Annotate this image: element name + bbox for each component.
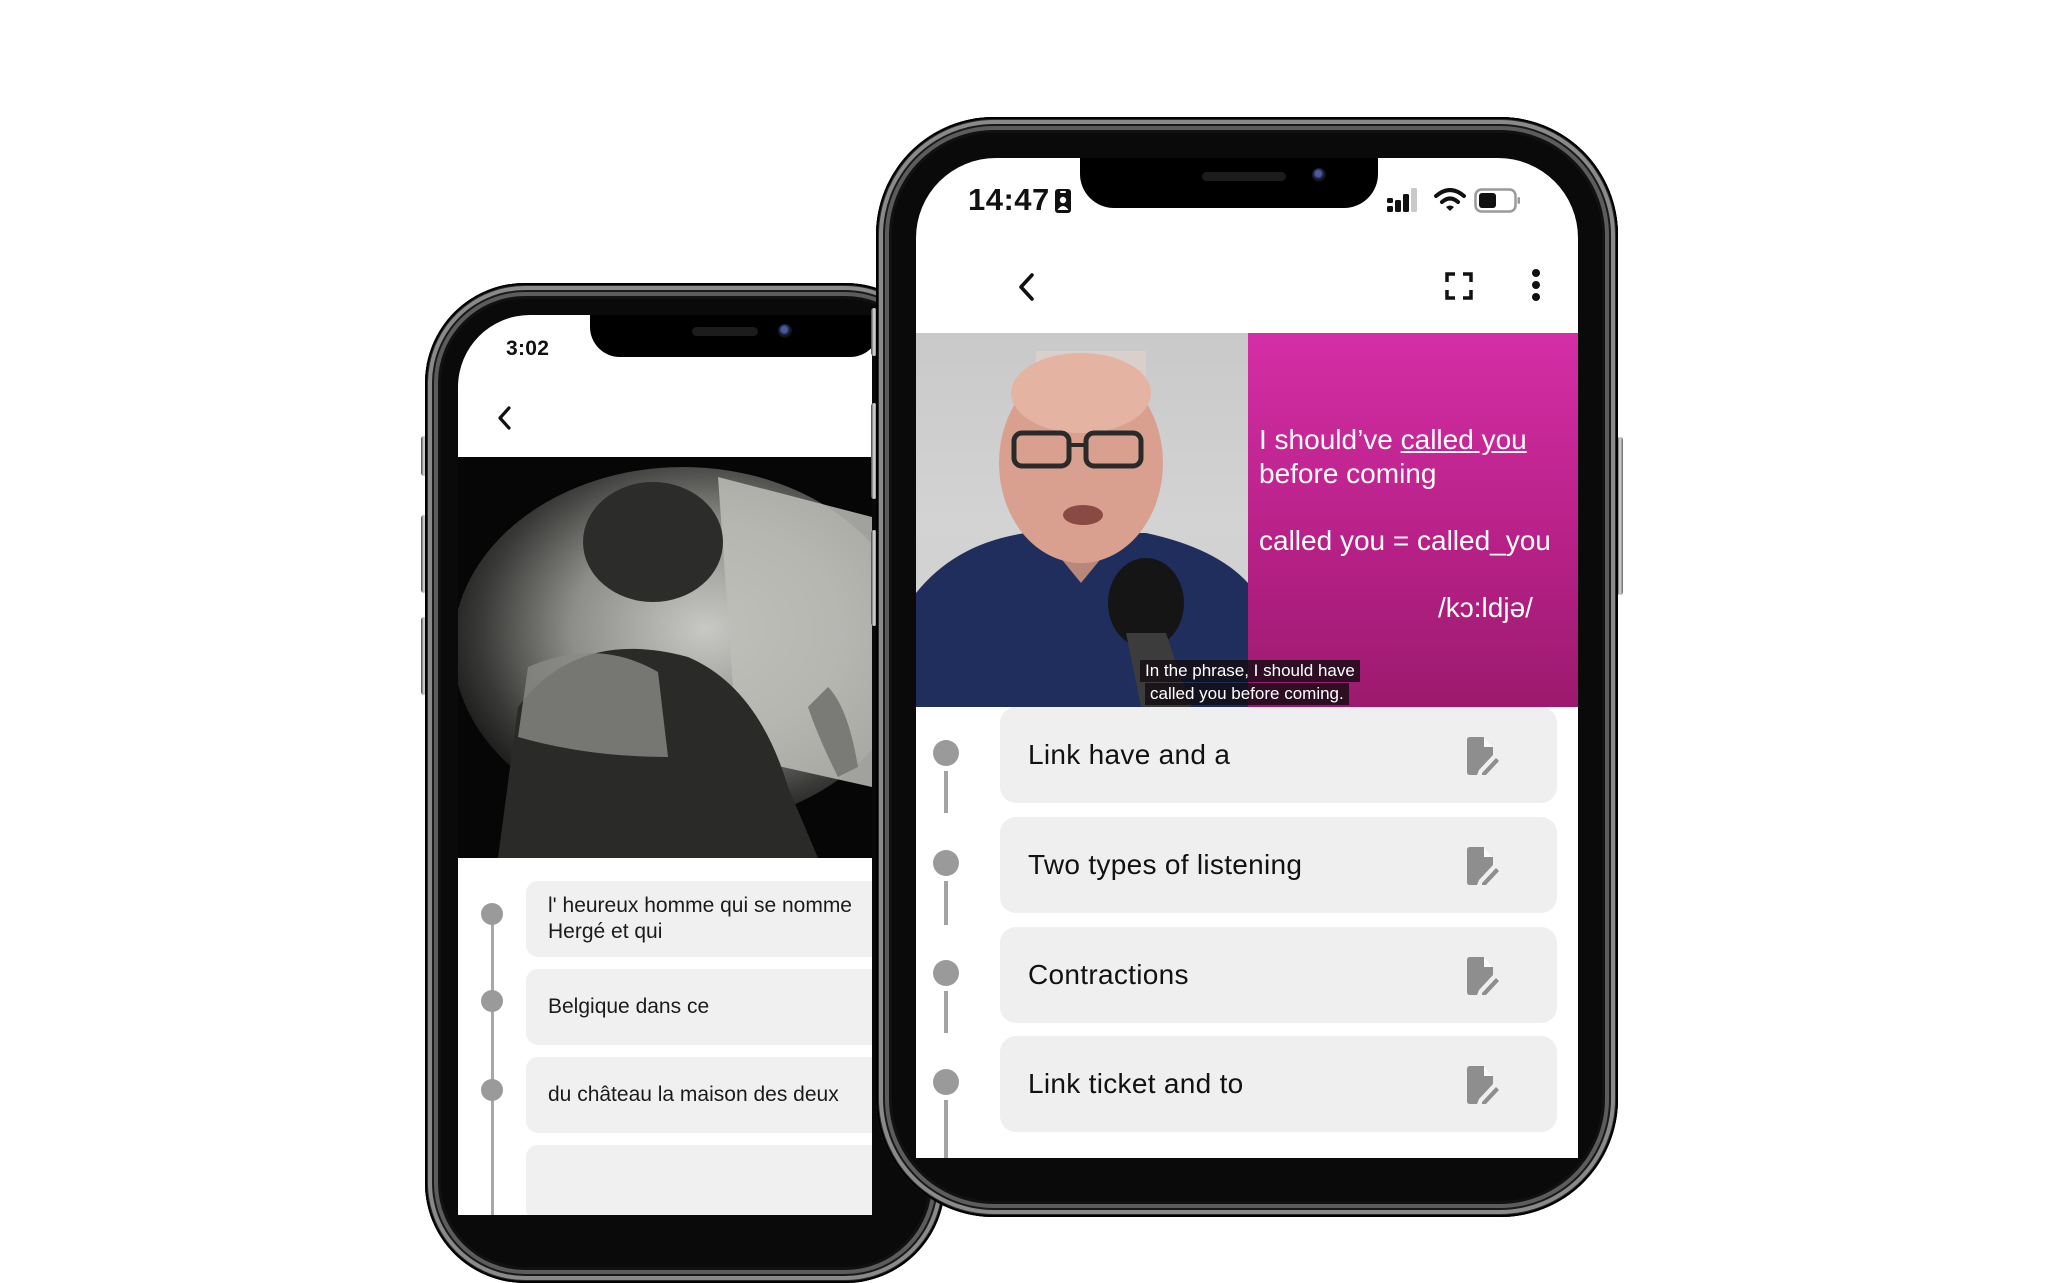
speaker-grille xyxy=(692,327,758,336)
more-vertical-icon xyxy=(1532,269,1540,301)
left-phone-notch xyxy=(590,315,872,357)
subtitle-line-1: In the phrase, I should have xyxy=(1140,660,1360,682)
transcript-card[interactable]: Belgique dans ce xyxy=(526,969,872,1045)
timeline-connector xyxy=(491,910,494,1215)
battery-icon xyxy=(1474,188,1520,213)
presenter-image xyxy=(916,351,1248,707)
timeline-dot xyxy=(933,1069,959,1095)
video-player[interactable]: I should’ve called you before coming cal… xyxy=(916,333,1578,707)
presenter-video xyxy=(916,333,1248,707)
speaker-grille xyxy=(1202,172,1286,181)
lesson-title: Link ticket and to xyxy=(1028,1068,1244,1099)
right-phone-notch xyxy=(1080,158,1378,208)
front-camera xyxy=(1312,168,1326,182)
left-phone-screen: 3:02 l' heureux homme qui se nomme Hergé… xyxy=(458,315,872,1215)
chevron-left-icon xyxy=(498,406,511,430)
timeline-dot xyxy=(933,850,959,876)
edit-note-icon[interactable] xyxy=(1465,737,1501,775)
video-frame-image xyxy=(458,457,872,858)
transcript-card[interactable]: du château la maison des deux xyxy=(526,1057,872,1133)
right-phone-screen: 14:47 I should’ve called you before comi… xyxy=(916,158,1578,1158)
slide-panel: I should’ve called you before coming cal… xyxy=(1248,333,1578,707)
timeline-dot xyxy=(481,990,503,1012)
slide-underlined-text: called you xyxy=(1400,424,1527,455)
lesson-title: Contractions xyxy=(1028,959,1189,990)
edit-note-icon[interactable] xyxy=(1465,847,1501,885)
timeline-connector xyxy=(944,1100,948,1158)
transcript-text: du château la maison des deux xyxy=(548,1083,839,1106)
slide-phonetic: /kɔ:ldjə/ xyxy=(1438,592,1533,623)
edit-note-icon[interactable] xyxy=(1465,1066,1501,1104)
chevron-left-icon xyxy=(1019,273,1034,301)
lesson-card[interactable]: Two types of listening xyxy=(1000,817,1557,913)
lesson-card[interactable]: Link have and a xyxy=(1000,707,1557,803)
wifi-icon xyxy=(1434,188,1466,211)
transcript-card[interactable]: l' heureux homme qui se nomme Hergé et q… xyxy=(526,881,872,957)
back-button[interactable] xyxy=(1012,270,1042,304)
slide-line-2: before coming xyxy=(1259,458,1437,489)
timeline-dot xyxy=(481,1079,503,1101)
status-time: 14:47 xyxy=(968,182,1050,217)
slide-line-1: I should’ve called you xyxy=(1259,423,1527,457)
lesson-card[interactable]: Link ticket and to xyxy=(1000,1036,1557,1132)
transcript-card[interactable] xyxy=(526,1145,872,1215)
slide-text: I should’ve xyxy=(1259,424,1401,455)
timeline-connector xyxy=(944,771,948,813)
cellular-signal-icon xyxy=(1387,188,1417,212)
back-button[interactable] xyxy=(492,403,518,433)
timeline-dot xyxy=(933,960,959,986)
lesson-title: Link have and a xyxy=(1028,739,1231,770)
fullscreen-icon xyxy=(1445,272,1473,300)
edit-note-icon[interactable] xyxy=(1465,957,1501,995)
person-badge-icon xyxy=(1055,189,1071,213)
timeline-dot xyxy=(481,903,503,925)
status-time: 3:02 xyxy=(506,337,550,360)
subtitle-line-2: called you before coming. xyxy=(1145,683,1349,705)
transcript-text: l' heureux homme qui se nomme Hergé et q… xyxy=(548,894,852,943)
front-camera xyxy=(778,324,792,338)
fullscreen-button[interactable] xyxy=(1444,271,1474,301)
slide-line-3: called you = called_you xyxy=(1259,525,1551,556)
lesson-card[interactable]: Contractions xyxy=(1000,927,1557,1023)
timeline-connector xyxy=(944,991,948,1033)
lesson-title: Two types of listening xyxy=(1028,849,1303,880)
transcript-text: Belgique dans ce xyxy=(548,995,710,1018)
timeline-dot xyxy=(933,740,959,766)
video-player[interactable] xyxy=(458,457,872,858)
more-options-button[interactable] xyxy=(1526,268,1546,304)
timeline-connector xyxy=(944,881,948,925)
